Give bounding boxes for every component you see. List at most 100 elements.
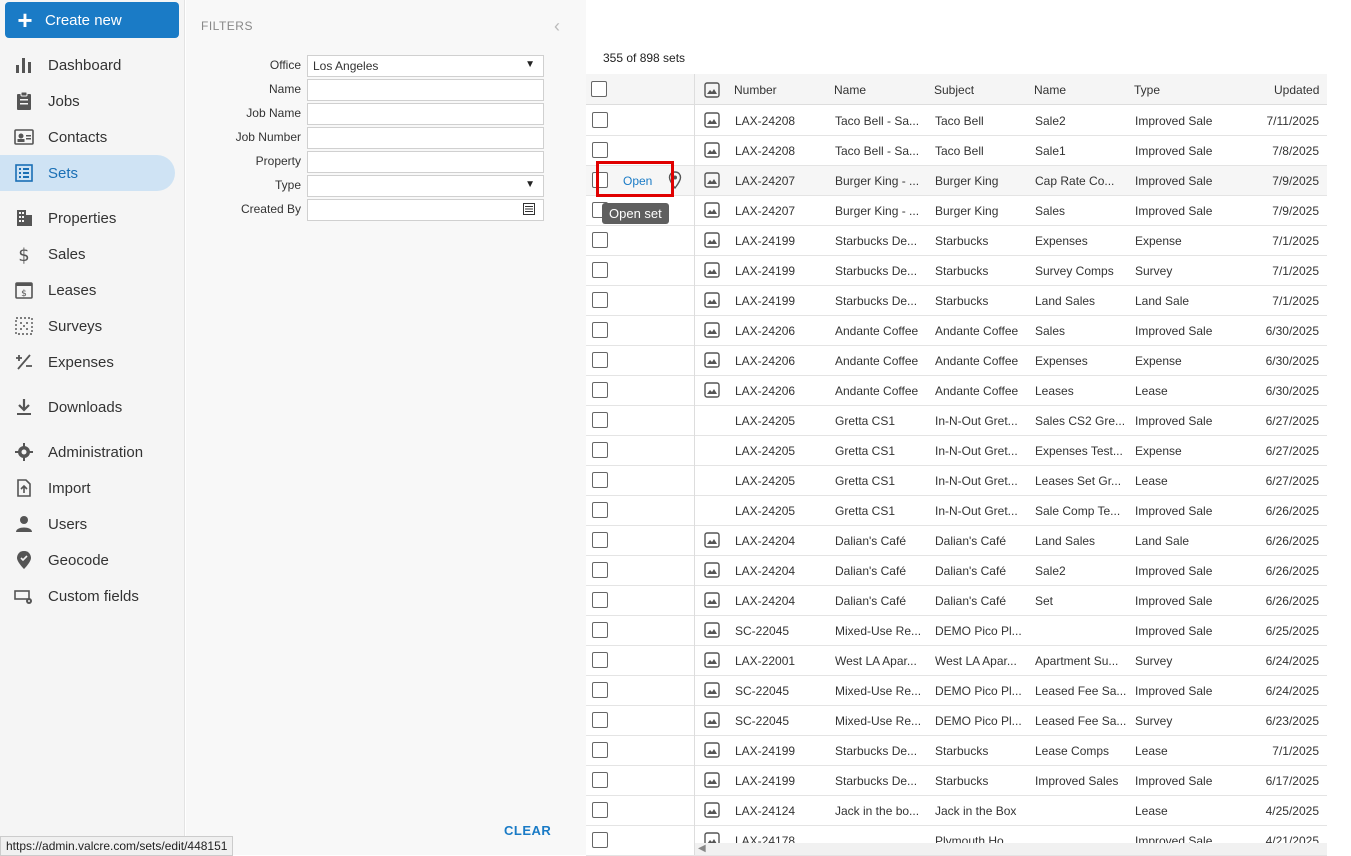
image-icon[interactable] xyxy=(704,202,720,218)
table-row[interactable]: LAX-24204 Dalian's Café Dalian's Café Set Im… xyxy=(586,586,1327,616)
table-row[interactable]: SC-22045 Mixed-Use Re... DEMO Pico Pl... Le… xyxy=(586,706,1327,736)
table-row[interactable]: LAX-24205 Gretta CS1 In-N-Out Gret... Expen… xyxy=(586,436,1327,466)
image-icon[interactable] xyxy=(704,172,720,188)
image-icon[interactable] xyxy=(704,652,720,668)
sidebar-item-import[interactable]: Import xyxy=(0,470,175,506)
row-checkbox[interactable] xyxy=(592,652,608,668)
column-updated[interactable]: Updated xyxy=(1274,83,1319,97)
column-name[interactable]: Name xyxy=(834,83,866,97)
image-icon[interactable] xyxy=(704,262,720,278)
filter-input-office[interactable]: Los Angeles ▼ xyxy=(307,55,544,77)
row-checkbox[interactable] xyxy=(592,622,608,638)
table-row[interactable]: LAX-24199 Starbucks De... Starbucks Lease C… xyxy=(586,736,1327,766)
list-picker-icon[interactable] xyxy=(523,203,535,215)
row-checkbox[interactable] xyxy=(592,682,608,698)
sidebar-item-expenses[interactable]: Expenses xyxy=(0,344,175,380)
filter-input-job-number[interactable] xyxy=(307,127,544,149)
sidebar-item-geocode[interactable]: Geocode xyxy=(0,542,175,578)
sidebar-item-administration[interactable]: Administration xyxy=(0,434,175,470)
filter-input-type[interactable]: ▼ xyxy=(307,175,544,197)
sidebar-item-users[interactable]: Users xyxy=(0,506,175,542)
sidebar-item-downloads[interactable]: Downloads xyxy=(0,389,175,425)
row-checkbox[interactable] xyxy=(592,262,608,278)
dropdown-arrow-icon[interactable]: ▼ xyxy=(525,179,535,190)
row-checkbox[interactable] xyxy=(592,502,608,518)
table-row[interactable]: LAX-24204 Dalian's Café Dalian's Café Land … xyxy=(586,526,1327,556)
image-icon[interactable] xyxy=(704,142,720,158)
table-row[interactable]: LAX-24208 Taco Bell - Sa... Taco Bell Sale1… xyxy=(586,136,1327,166)
table-row[interactable]: LAX-24205 Gretta CS1 In-N-Out Gret... Sales… xyxy=(586,406,1327,436)
table-row[interactable]: LAX-24204 Dalian's Café Dalian's Café Sale2… xyxy=(586,556,1327,586)
sidebar-item-contacts[interactable]: Contacts xyxy=(0,119,175,155)
table-row[interactable]: LAX-24199 Starbucks De... Starbucks Expense… xyxy=(586,226,1327,256)
table-row[interactable]: Open LAX-24207 Burger King - ... Burger Kin… xyxy=(586,166,1327,196)
filter-input-name[interactable] xyxy=(307,79,544,101)
image-icon[interactable] xyxy=(704,232,720,248)
sidebar-item-sales[interactable]: $ Sales xyxy=(0,236,175,272)
row-checkbox[interactable] xyxy=(592,412,608,428)
table-row[interactable]: LAX-24205 Gretta CS1 In-N-Out Gret... Sale … xyxy=(586,496,1327,526)
image-icon[interactable] xyxy=(704,382,720,398)
row-checkbox[interactable] xyxy=(592,142,608,158)
table-row[interactable]: LAX-24124 Jack in the bo... Jack in the Bo… xyxy=(586,796,1327,826)
table-row[interactable]: SC-22045 Mixed-Use Re... DEMO Pico Pl... Im… xyxy=(586,616,1327,646)
table-row[interactable]: LAX-24206 Andante Coffee Andante Coffee Exp… xyxy=(586,346,1327,376)
image-icon[interactable] xyxy=(704,532,720,548)
filter-input-property[interactable] xyxy=(307,151,544,173)
row-checkbox[interactable] xyxy=(592,802,608,818)
row-checkbox[interactable] xyxy=(592,532,608,548)
table-row[interactable]: LAX-24199 Starbucks De... Starbucks Improve… xyxy=(586,766,1327,796)
table-row[interactable]: LAX-24208 Taco Bell - Sa... Taco Bell Sale2… xyxy=(586,106,1327,136)
table-row[interactable]: LAX-24199 Starbucks De... Starbucks Land Sa… xyxy=(586,286,1327,316)
image-icon[interactable] xyxy=(704,292,720,308)
column-subject[interactable]: Subject xyxy=(934,83,974,97)
row-checkbox[interactable] xyxy=(592,112,608,128)
image-icon[interactable] xyxy=(704,112,720,128)
row-checkbox[interactable] xyxy=(592,322,608,338)
row-checkbox[interactable] xyxy=(592,442,608,458)
row-checkbox[interactable] xyxy=(592,592,608,608)
row-checkbox[interactable] xyxy=(592,472,608,488)
column-number[interactable]: Number xyxy=(734,83,777,97)
chevron-left-icon[interactable]: ‹ xyxy=(554,16,560,37)
image-icon[interactable] xyxy=(704,802,720,818)
select-all-checkbox[interactable] xyxy=(591,81,607,97)
filter-input-created-by[interactable] xyxy=(307,199,544,221)
filter-input-job-name[interactable] xyxy=(307,103,544,125)
scroll-left-icon[interactable]: ◀ xyxy=(698,843,706,854)
image-icon[interactable] xyxy=(704,592,720,608)
row-checkbox[interactable] xyxy=(592,742,608,758)
create-new-button[interactable]: + Create new xyxy=(5,2,179,38)
table-row[interactable]: LAX-24206 Andante Coffee Andante Coffee Sal… xyxy=(586,316,1327,346)
row-checkbox[interactable] xyxy=(592,562,608,578)
table-row[interactable]: LAX-22001 West LA Apar... West LA Apar... A… xyxy=(586,646,1327,676)
image-icon[interactable] xyxy=(704,712,720,728)
table-row[interactable]: LAX-24199 Starbucks De... Starbucks Survey … xyxy=(586,256,1327,286)
table-row[interactable]: LAX-24205 Gretta CS1 In-N-Out Gret... Lease… xyxy=(586,466,1327,496)
sidebar-item-custom-fields[interactable]: Custom fields xyxy=(0,578,175,614)
image-icon[interactable] xyxy=(704,772,720,788)
row-checkbox[interactable] xyxy=(592,772,608,788)
image-icon[interactable] xyxy=(704,322,720,338)
sidebar-item-sets[interactable]: Sets xyxy=(0,155,175,191)
sidebar-item-surveys[interactable]: Surveys xyxy=(0,308,175,344)
row-checkbox[interactable] xyxy=(592,712,608,728)
dropdown-arrow-icon[interactable]: ▼ xyxy=(525,59,535,70)
clear-button[interactable]: CLEAR xyxy=(504,823,551,838)
row-checkbox[interactable] xyxy=(592,832,608,848)
column-set-name[interactable]: Name xyxy=(1034,83,1066,97)
table-row[interactable]: LAX-24206 Andante Coffee Andante Coffee Lea… xyxy=(586,376,1327,406)
row-checkbox[interactable] xyxy=(592,232,608,248)
column-type[interactable]: Type xyxy=(1134,83,1160,97)
row-checkbox[interactable] xyxy=(592,292,608,308)
image-icon[interactable] xyxy=(704,352,720,368)
image-icon[interactable] xyxy=(704,742,720,758)
sidebar-item-properties[interactable]: Properties xyxy=(0,200,175,236)
horizontal-scrollbar[interactable]: ◀ xyxy=(695,843,1327,855)
sidebar-item-jobs[interactable]: Jobs xyxy=(0,83,175,119)
table-row[interactable]: SC-22045 Mixed-Use Re... DEMO Pico Pl... Le… xyxy=(586,676,1327,706)
image-icon[interactable] xyxy=(704,562,720,578)
row-checkbox[interactable] xyxy=(592,382,608,398)
sidebar-item-leases[interactable]: $ Leases xyxy=(0,272,175,308)
image-icon[interactable] xyxy=(704,682,720,698)
